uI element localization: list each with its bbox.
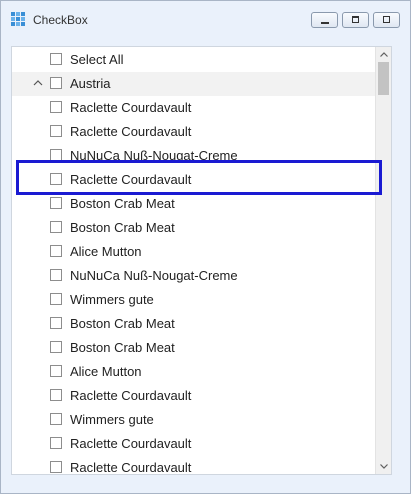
list-item-label: Boston Crab Meat — [70, 316, 175, 331]
chevron-up-icon[interactable] — [32, 76, 44, 90]
window-controls — [311, 12, 400, 28]
list-item-label: Raclette Courdavault — [70, 460, 192, 475]
list-item[interactable]: Alice Mutton — [12, 240, 376, 264]
chevron-down-icon — [380, 464, 388, 469]
checkbox[interactable] — [50, 269, 62, 281]
list-item[interactable]: Raclette Courdavault — [12, 384, 376, 408]
checkbox[interactable] — [50, 317, 62, 329]
list-item-label: Wimmers gute — [70, 292, 154, 307]
vertical-scrollbar[interactable] — [375, 47, 391, 474]
checkbox[interactable] — [50, 365, 62, 377]
list-item-label: Austria — [70, 76, 111, 91]
close-button[interactable] — [373, 12, 400, 28]
list-item-label: Raclette Courdavault — [70, 100, 192, 115]
checkbox[interactable] — [50, 125, 62, 137]
list-item-label: Raclette Courdavault — [70, 124, 192, 139]
scroll-up-button[interactable] — [376, 48, 391, 62]
checkbox-list-panel: Select All Austria Raclette Courdavault Rac… — [11, 46, 392, 475]
selection-highlight-box — [16, 160, 382, 195]
list-item-label: Alice Mutton — [70, 244, 142, 259]
grid-icon — [11, 12, 26, 27]
list-item-label: Alice Mutton — [70, 364, 142, 379]
list-item[interactable]: Raclette Courdavault — [12, 456, 376, 475]
checkbox-window: CheckBox Select All Austria Raclette Courd… — [0, 0, 411, 494]
chevron-up-icon — [380, 52, 388, 57]
checkbox[interactable] — [50, 197, 62, 209]
list-item-label: Boston Crab Meat — [70, 196, 175, 211]
list-item[interactable]: Raclette Courdavault — [12, 432, 376, 456]
list-item-label: Boston Crab Meat — [70, 220, 175, 235]
scroll-down-button[interactable] — [376, 459, 391, 473]
checkbox[interactable] — [50, 53, 62, 65]
checkbox[interactable] — [50, 437, 62, 449]
checkbox[interactable] — [50, 341, 62, 353]
group-header-row[interactable]: Austria — [12, 72, 376, 96]
window-title: CheckBox — [33, 13, 88, 27]
checkbox[interactable] — [50, 101, 62, 113]
maximize-button[interactable] — [342, 12, 369, 28]
checkbox[interactable] — [50, 461, 62, 473]
minimize-button[interactable] — [311, 12, 338, 28]
title-bar[interactable]: CheckBox — [1, 1, 410, 39]
list-item-label: Wimmers gute — [70, 412, 154, 427]
list-item[interactable]: Boston Crab Meat — [12, 312, 376, 336]
list-item-label: Raclette Courdavault — [70, 388, 192, 403]
list-item[interactable]: Alice Mutton — [12, 360, 376, 384]
list-item[interactable]: Boston Crab Meat — [12, 216, 376, 240]
list-item-label: NuNuCa Nuß-Nougat-Creme — [70, 268, 238, 283]
list-item[interactable]: NuNuCa Nuß-Nougat-Creme — [12, 264, 376, 288]
list-item[interactable]: Raclette Courdavault — [12, 120, 376, 144]
checkbox[interactable] — [50, 77, 62, 89]
checkbox-list: Select All Austria Raclette Courdavault Rac… — [12, 48, 376, 475]
checkbox[interactable] — [50, 293, 62, 305]
list-item[interactable]: Wimmers gute — [12, 408, 376, 432]
checkbox[interactable] — [50, 389, 62, 401]
list-item[interactable]: Wimmers gute — [12, 288, 376, 312]
list-item-label: Boston Crab Meat — [70, 340, 175, 355]
checkbox[interactable] — [50, 245, 62, 257]
list-item-label: Select All — [70, 52, 124, 67]
select-all-row[interactable]: Select All — [12, 48, 376, 72]
list-item-label: Raclette Courdavault — [70, 436, 192, 451]
checkbox[interactable] — [50, 221, 62, 233]
list-item[interactable]: Raclette Courdavault — [12, 96, 376, 120]
list-item[interactable]: Boston Crab Meat — [12, 336, 376, 360]
list-item[interactable]: Boston Crab Meat — [12, 192, 376, 216]
checkbox[interactable] — [50, 413, 62, 425]
scrollbar-thumb[interactable] — [378, 62, 389, 95]
